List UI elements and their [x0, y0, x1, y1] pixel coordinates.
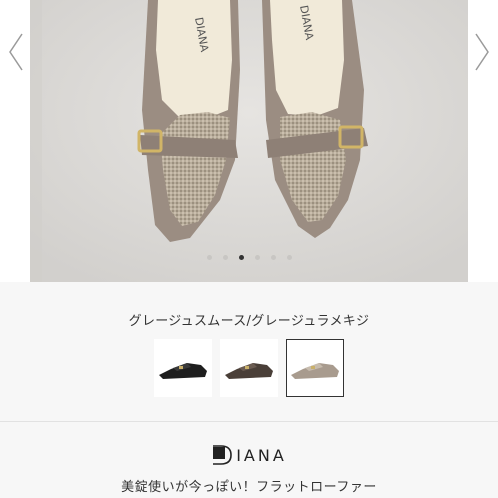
color-swatch-black[interactable] — [154, 339, 212, 397]
carousel-dot[interactable] — [222, 255, 228, 260]
previous-slide-button[interactable] — [6, 30, 26, 74]
carousel-dot[interactable] — [286, 255, 292, 260]
product-photo[interactable]: DIANA DIANA — [30, 0, 468, 282]
shoes-image: DIANA DIANA — [30, 0, 468, 282]
chevron-left-icon — [9, 33, 23, 71]
product-title: 美錠使いが今っぽい！フラットローファー — [121, 480, 377, 495]
selected-color-name: グレージュスムース/グレージュラメキジ — [128, 314, 370, 329]
chevron-right-icon — [475, 33, 489, 71]
color-variant-section: グレージュスムース/グレージュラメキジ — [0, 282, 498, 422]
greige-shoe-thumbnail — [291, 363, 339, 379]
next-slide-button[interactable] — [472, 30, 492, 74]
carousel-dot[interactable] — [270, 255, 276, 260]
brown-shoe-thumbnail — [225, 363, 273, 379]
carousel-dot[interactable] — [254, 255, 260, 260]
brand-name: IANA — [236, 445, 287, 465]
color-swatch-greige[interactable] — [286, 339, 344, 397]
d-logo-icon — [213, 445, 233, 465]
carousel-dot-active[interactable] — [238, 255, 244, 260]
product-info: IANA 美錠使いが今っぽい！フラットローファー — [0, 423, 498, 498]
black-shoe-thumbnail — [159, 363, 207, 379]
carousel-pagination — [0, 255, 498, 260]
carousel-dot[interactable] — [206, 255, 212, 260]
color-swatch-list — [0, 339, 498, 397]
product-image-carousel[interactable]: DIANA DIANA — [0, 0, 498, 282]
brand-logo[interactable]: IANA — [0, 445, 498, 465]
color-swatch-brown[interactable] — [220, 339, 278, 397]
